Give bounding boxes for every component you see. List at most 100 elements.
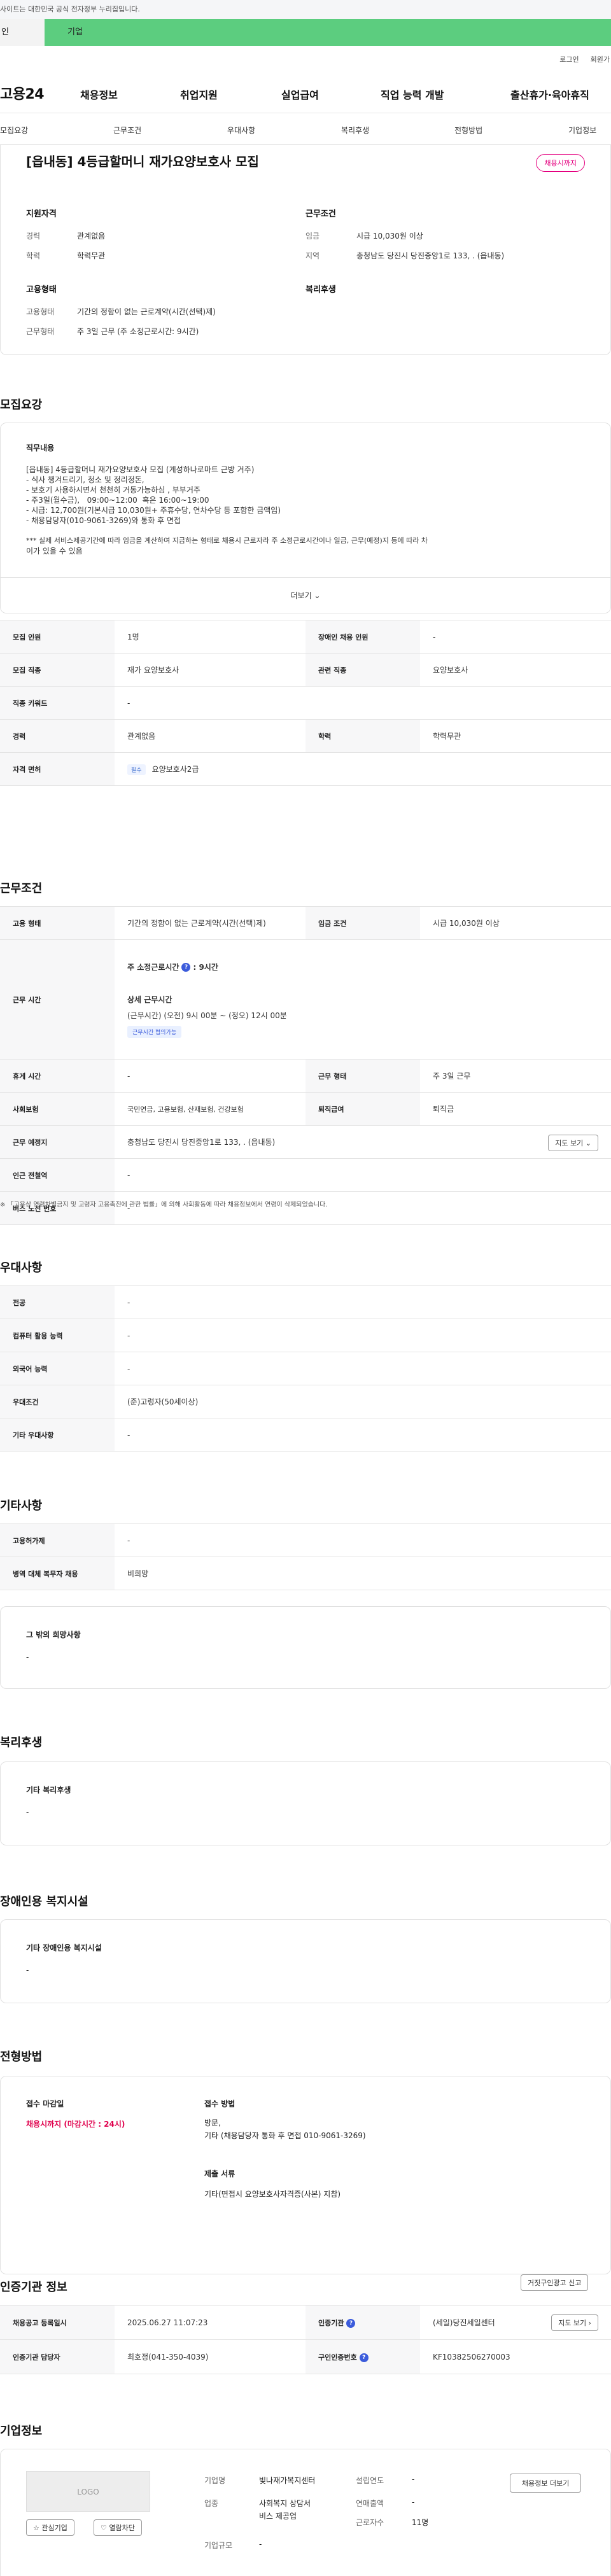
industry-value-2: 비스 제공업: [259, 2512, 297, 2521]
map-button[interactable]: 지도 보기 ⌄: [548, 1135, 598, 1151]
audience-tabbar: 인 기업: [0, 19, 611, 46]
gov-site-banner: 사이트는 대한민국 공식 전자정부 누리집입니다.: [0, 0, 611, 19]
job-description-line: - 보호기 사용하시면서 천천히 거동가능하심 , 부부거주: [26, 486, 200, 494]
company-name-label: 기업명: [204, 2476, 226, 2485]
hire-permit-label: 고용허가제: [0, 1523, 115, 1557]
wage-label: 임금: [306, 232, 320, 241]
other-hope-title: 그 밖의 희망사항: [26, 1630, 81, 1639]
company-size-label: 기업규모: [204, 2541, 233, 2550]
rest-time-label: 휴게 시간: [0, 1059, 115, 1093]
company-logo-placeholder: LOGO: [26, 2471, 150, 2512]
tab-individual[interactable]: 인: [0, 19, 45, 46]
job-description-line: 이가 있을 수 있음: [26, 547, 83, 556]
anchor-recruit[interactable]: 모집요강: [0, 125, 28, 136]
work-form-label: 근무 형태: [306, 1059, 420, 1093]
related-job-label: 관련 직종: [306, 653, 420, 687]
hire-permit-value: -: [115, 1523, 611, 1557]
job-description-line: - 주3일(월수금), 09:00~12:00 혹은 16:00~19:00: [26, 496, 209, 505]
job-description-box: 직무내용 [읍내동] 4등급할머니 재가요양보호사 모집 (계성하나로마트 근방…: [0, 423, 611, 613]
company-size-value: -: [259, 2540, 262, 2549]
related-job-value: 요양보호사: [420, 653, 611, 687]
wage-value: 시급 10,030원 이상: [356, 232, 423, 241]
posting-summary-card: [읍내동] 4등급할머니 재가요양보호사 모집 채용시까지 지원자격 경력 관계없…: [0, 145, 611, 355]
weekly-hours-label: 주 소정근로시간: [127, 962, 179, 972]
career-row-label: 경력: [0, 719, 115, 753]
employment-block: 고용형태 고용형태 기간의 정함이 없는 근로계약(시간(선택)제) 근무형태 주 …: [26, 283, 306, 346]
hours-negotiable-badge: 근무시간 협의가능: [127, 1025, 182, 1038]
employment-title: 고용형태: [26, 285, 57, 295]
job-number-label: 구인인증번호: [318, 2353, 357, 2362]
region-value: 충청남도 당진시 당진중앙1로 133, . (읍내동): [356, 251, 505, 260]
site-logo[interactable]: 고용24: [0, 83, 70, 103]
block-view-button[interactable]: ♡ 열람차단: [94, 2519, 142, 2536]
company-section-title: 기업정보: [0, 2425, 43, 2438]
job-description-line: [읍내동] 4등급할머니 재가요양보호사 모집 (계성하나로마트 근방 거주): [26, 465, 255, 474]
join-link[interactable]: 회원가: [591, 54, 610, 64]
gnb-item-jobs[interactable]: 채용정보: [80, 87, 118, 102]
anchor-preference[interactable]: 우대사항: [227, 125, 255, 136]
recruit-section-title: 모집요강: [0, 398, 43, 412]
method-title: 접수 방법: [204, 2099, 235, 2108]
info-icon[interactable]: ?: [346, 2318, 356, 2328]
industry-value-1: 사회복지 상담서: [259, 2499, 311, 2508]
disabled-facility-value: -: [26, 1966, 29, 1975]
job-description-line: - 시급: 12,700원(기본시급 10,030원+ 주휴수당, 연차수당 등…: [26, 506, 281, 515]
preference-condition-value: (준)고령자(50세이상): [115, 1385, 611, 1418]
welfare-title: 복리후생: [306, 285, 336, 295]
anchor-welfare[interactable]: 복리후생: [341, 125, 369, 136]
subway-value: -: [115, 1158, 611, 1192]
welfare-box: 기타 복리후생 -: [0, 1761, 611, 1845]
preference-section-title: 우대사항: [0, 1261, 43, 1275]
anchor-work-conditions[interactable]: 근무조건: [113, 125, 141, 136]
work-form-value: 주 3일 근무: [420, 1059, 611, 1093]
job-number-value: KF10382506270003: [420, 2339, 611, 2374]
major-label: 전공: [0, 1285, 115, 1319]
wage-cond-value: 시급 10,030원 이상: [420, 906, 611, 940]
posting-title: [읍내동] 4등급할머니 재가요양보호사 모집: [26, 154, 259, 169]
gnb-item-parental-leave[interactable]: 출산휴가·육아휴직: [510, 87, 589, 102]
emp-form-label: 고용 형태: [0, 906, 115, 940]
interest-company-button[interactable]: ☆ 관심기업: [26, 2519, 74, 2536]
disabled-hire-value: -: [420, 620, 611, 654]
education-row-label: 학력: [306, 719, 420, 753]
emp-type-value: 기간의 정함이 없는 근로계약(시간(선택)제): [77, 307, 216, 316]
report-button[interactable]: 거짓구인광고 신고: [521, 2274, 589, 2291]
recruit-info-table: 모집 인원 1명 장애인 채용 인원 - 모집 직종 재가 요양보호사 관련 직…: [0, 620, 611, 786]
language-value: -: [115, 1352, 611, 1385]
agency-value: (세일)당진세일센터: [433, 2318, 495, 2327]
gnb-item-employment-support[interactable]: 취업지원: [180, 87, 218, 102]
disabled-facility-box: 기타 장애인용 복지시설 -: [0, 1919, 611, 2003]
gnb-item-vocational-training[interactable]: 직업 능력 개발: [381, 87, 444, 102]
more-button[interactable]: 더보기 ⌄: [1, 577, 610, 613]
documents-value: 기타(면접시 요양보호사자격증(사본) 지참): [204, 2190, 341, 2199]
anchor-screening[interactable]: 전형방법: [454, 125, 482, 136]
gnb-item-unemployment-benefit[interactable]: 실업급여: [281, 87, 319, 102]
welfare-value: -: [26, 1808, 29, 1817]
welfare-section-title: 복리후생: [0, 1736, 43, 1749]
status-badge: 채용시까지: [536, 154, 585, 172]
anchor-company[interactable]: 기업정보: [568, 125, 596, 136]
login-link[interactable]: 로그인: [559, 54, 579, 64]
company-name-value: 빛나재가복지센터: [259, 2476, 316, 2485]
info-icon[interactable]: ?: [181, 963, 191, 972]
company-jobs-button[interactable]: 채용정보 더보기: [510, 2474, 582, 2493]
emp-type-label: 고용형태: [26, 307, 55, 316]
disabled-facility-sub-title: 기타 장애인용 복지시설: [26, 1943, 102, 1952]
conditions-title: 근무조건: [306, 209, 336, 219]
employees-value: 11명: [412, 2518, 429, 2527]
agency-map-button[interactable]: 지도 보기 ›: [551, 2314, 598, 2331]
welfare-sub-title: 기타 복리후생: [26, 1786, 71, 1795]
global-nav: 고용24 채용정보 취업지원 실업급여 직업 능력 개발 출산휴가·육아휴직: [0, 73, 611, 113]
social-insurance-value: 국민연금, 고용보험, 산재보험, 건강보험: [115, 1092, 306, 1126]
severance-value: 퇴직금: [420, 1092, 611, 1126]
detail-hours-title: 상세 근무시간: [127, 995, 172, 1004]
tab-company[interactable]: 기업: [45, 19, 611, 46]
emp-form-value: 기간의 정함이 없는 근로계약(시간(선택)제): [115, 906, 306, 940]
company-box: LOGO ☆ 관심기업 ♡ 열람차단 기업명 빛나재가복지센터 설립연도 - 업…: [0, 2449, 611, 2576]
job-keyword-label: 직종 키워드: [0, 686, 115, 720]
region-label: 지역: [306, 251, 320, 260]
info-icon[interactable]: ?: [359, 2353, 369, 2362]
utility-links: 로그인 회원가: [0, 46, 611, 73]
job-posting-page: 사이트는 대한민국 공식 전자정부 누리집입니다. 인 기업 로그인 회원가 고…: [0, 0, 611, 2576]
license-value: 요양보호사2급: [151, 764, 199, 774]
